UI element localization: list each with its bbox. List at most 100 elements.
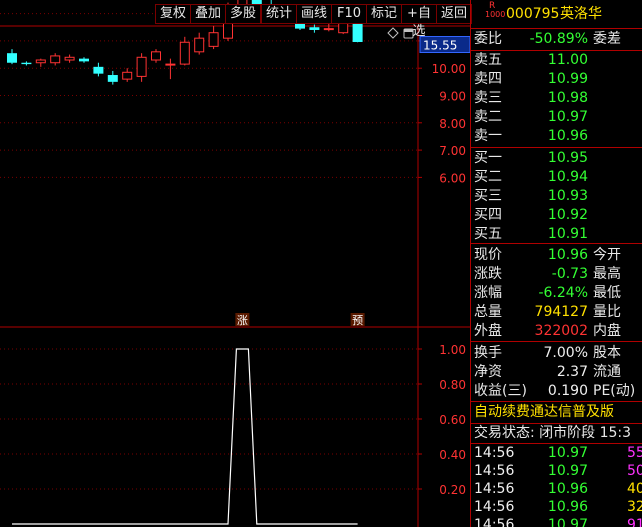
waipan-value: 322002 — [534, 323, 588, 339]
zhangdie-value: -0.73 — [551, 266, 588, 282]
kline-chart[interactable]: 15.0014.0013.0012.0011.0010.009.008.007.… — [0, 0, 470, 527]
indicator-tick-label: 1.00 — [439, 343, 466, 357]
price-tick-label: 6.00 — [439, 171, 466, 185]
sell-price: 10.96 — [547, 128, 588, 144]
toolbar-button-7[interactable]: +自选 — [401, 4, 437, 39]
zongliang-value: 794127 — [534, 304, 588, 320]
liangbi-label: 量比 — [593, 304, 621, 320]
tick-price: 10.96 — [547, 499, 588, 515]
buy-row[interactable]: 买五 10.91 — [471, 224, 642, 245]
buy-row[interactable]: 买二 10.94 — [471, 167, 642, 188]
diamond-icon — [387, 27, 399, 39]
shouyi-value: 0.190 — [547, 383, 588, 399]
zhangdie-row: 涨跌 -0.73 最高 — [471, 264, 642, 285]
sell-label: 卖三 — [474, 90, 502, 106]
weicha-label: 委差 — [593, 31, 621, 47]
tick-volume: 91 — [627, 517, 642, 527]
chart-toolbar: 复权 叠加 多股 统计 画线 F10 标记 +自选 返回 — [0, 0, 472, 39]
huanshou-label: 换手 — [474, 345, 502, 361]
candle-body-down — [93, 66, 104, 74]
waipan-label: 外盘 — [474, 323, 502, 339]
candle-body-up — [35, 59, 46, 64]
tick-volume: 40 — [627, 481, 642, 497]
sell-price: 10.99 — [547, 71, 588, 87]
toolbar-button-6[interactable]: 标记 — [366, 4, 402, 24]
buy-label: 买一 — [474, 150, 502, 166]
indicator-tick-label: 0.60 — [439, 413, 466, 427]
weibi-label: 委比 — [474, 31, 502, 47]
toolbar-button-1[interactable]: 叠加 — [190, 4, 226, 24]
sell-price: 11.00 — [547, 52, 588, 68]
toolbar-button-8[interactable]: 返回 — [436, 4, 472, 24]
stock-name: 英洛华 — [560, 6, 602, 22]
waipan-row: 外盘 322002 内盘 — [471, 321, 642, 342]
candle-body-up — [151, 51, 161, 61]
candle-body-down — [7, 53, 17, 63]
candle-body-down — [79, 58, 89, 62]
toolbar-button-0[interactable]: 复权 — [155, 4, 191, 24]
tick-time: 14:56 — [474, 445, 515, 461]
sell-row[interactable]: 卖三 10.98 — [471, 88, 642, 109]
tick-price: 10.97 — [547, 463, 588, 479]
tick-row: 14:56 10.97 91 — [471, 516, 642, 527]
candle-body-up — [122, 71, 133, 80]
zuigao-label: 最高 — [593, 266, 621, 282]
tick-price: 10.97 — [547, 517, 588, 527]
buy-label: 买二 — [474, 169, 502, 185]
toolbar-button-2[interactable]: 多股 — [225, 4, 261, 24]
indicator-tick-label: 0.80 — [439, 378, 466, 392]
zhangfu-label: 涨幅 — [474, 285, 502, 301]
tick-time: 14:56 — [474, 463, 515, 479]
buy-price: 10.95 — [547, 150, 588, 166]
tick-row: 14:56 10.97 55 — [471, 444, 642, 462]
tick-time: 14:56 — [474, 481, 515, 497]
sell-label: 卖四 — [474, 71, 502, 87]
sell-label: 卖五 — [474, 52, 502, 68]
weibi-row: 委比 -50.89% 委差 — [471, 29, 642, 50]
zhangdie-label: 涨跌 — [474, 266, 502, 282]
buy-price: 10.92 — [547, 207, 588, 223]
zongliang-label: 总量 — [474, 304, 502, 320]
buy-row[interactable]: 买四 10.92 — [471, 205, 642, 226]
sell-price: 10.98 — [547, 90, 588, 106]
tick-row: 14:56 10.96 40 — [471, 480, 642, 498]
tick-volume: 55 — [627, 445, 642, 461]
sell-row[interactable]: 卖二 10.97 — [471, 107, 642, 128]
r-badge-sub: 1000 — [485, 10, 506, 19]
shouyi-label: 收益(三) — [474, 383, 527, 399]
tick-price: 10.96 — [547, 481, 588, 497]
candle-body-down — [309, 27, 320, 30]
buy-label: 买五 — [474, 226, 502, 242]
marker-zhang: 涨 — [237, 314, 248, 327]
tick-row: 14:56 10.96 32 — [471, 498, 642, 516]
neipan-label: 内盘 — [593, 323, 621, 339]
price-tick-label: 10.00 — [432, 62, 466, 76]
price-tick-label: 8.00 — [439, 117, 466, 131]
candle-body-up — [136, 56, 147, 77]
xianjia-label: 现价 — [474, 247, 502, 263]
price-tick-label: 7.00 — [439, 144, 466, 158]
buy-price: 10.94 — [547, 169, 588, 185]
sell-row[interactable]: 卖一 10.96 — [471, 126, 642, 147]
buy-price: 10.91 — [547, 226, 588, 242]
huanshou-value: 7.00% — [543, 345, 588, 361]
quote-panel: R 1000 000795 英洛华 委比 -50.89% 委差 卖五 11.00 卖… — [470, 0, 642, 527]
toolbar-button-5[interactable]: F10 — [331, 4, 367, 24]
sell-row[interactable]: 卖四 10.99 — [471, 69, 642, 90]
liutong-label: 流通 — [593, 364, 621, 380]
toolbar-button-3[interactable]: 统计 — [261, 4, 297, 24]
buy-row[interactable]: 买一 10.95 — [471, 148, 642, 169]
candle-body-up — [50, 55, 61, 64]
buy-row[interactable]: 买三 10.93 — [471, 186, 642, 207]
trade-status: 交易状态: 闭市阶段 15:3 — [474, 425, 632, 441]
tick-time: 14:56 — [474, 517, 515, 527]
sell-label: 卖一 — [474, 128, 502, 144]
sell-row[interactable]: 卖五 11.00 — [471, 50, 642, 71]
toolbar-button-4[interactable]: 画线 — [296, 4, 332, 24]
weibi-value: -50.89% — [529, 31, 588, 47]
trade-status-row: 交易状态: 闭市阶段 15:3 — [471, 423, 642, 444]
zhangfu-row: 涨幅 -6.24% 最低 — [471, 283, 642, 304]
notice-link[interactable]: 自动续费通达信普及版 — [471, 401, 642, 423]
tick-volume: 32 — [627, 499, 642, 515]
shouyi-row: 收益(三) 0.190 PE(动) — [471, 381, 642, 402]
